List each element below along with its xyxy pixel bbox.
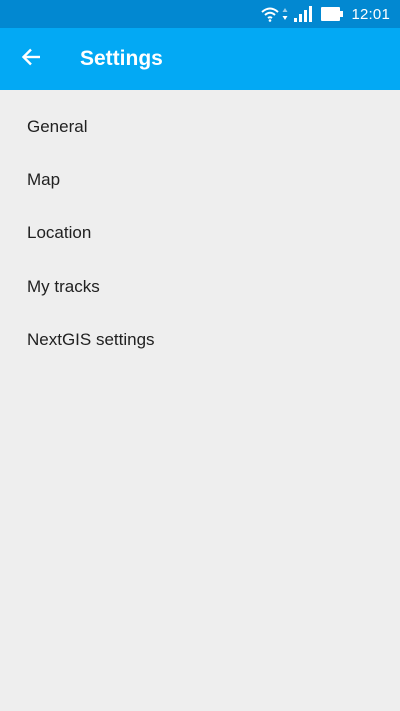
settings-item-label: Location <box>27 223 92 243</box>
settings-item-map[interactable]: Map <box>0 153 400 206</box>
toolbar: Settings <box>0 28 400 90</box>
settings-item-label: General <box>27 116 88 136</box>
settings-item-general[interactable]: General <box>0 100 400 153</box>
settings-content: General Map Location My tracks NextGIS s… <box>0 90 400 711</box>
data-arrows-icon <box>282 7 288 21</box>
status-bar: 12:01 <box>0 0 400 28</box>
battery-icon <box>321 7 344 21</box>
page-title: Settings <box>80 47 163 70</box>
arrow-left-icon <box>21 47 41 72</box>
settings-item-label: My tracks <box>27 276 100 296</box>
settings-item-label: NextGIS settings <box>27 329 155 349</box>
status-time: 12:01 <box>351 5 390 23</box>
settings-item-my-tracks[interactable]: My tracks <box>0 260 400 313</box>
wifi-icon <box>260 6 280 22</box>
settings-item-label: Map <box>27 169 61 189</box>
signal-icon <box>294 6 313 22</box>
settings-list: General Map Location My tracks NextGIS s… <box>0 90 400 366</box>
settings-item-location[interactable]: Location <box>0 207 400 260</box>
back-button[interactable] <box>0 28 62 90</box>
settings-item-nextgis-settings[interactable]: NextGIS settings <box>0 313 400 366</box>
